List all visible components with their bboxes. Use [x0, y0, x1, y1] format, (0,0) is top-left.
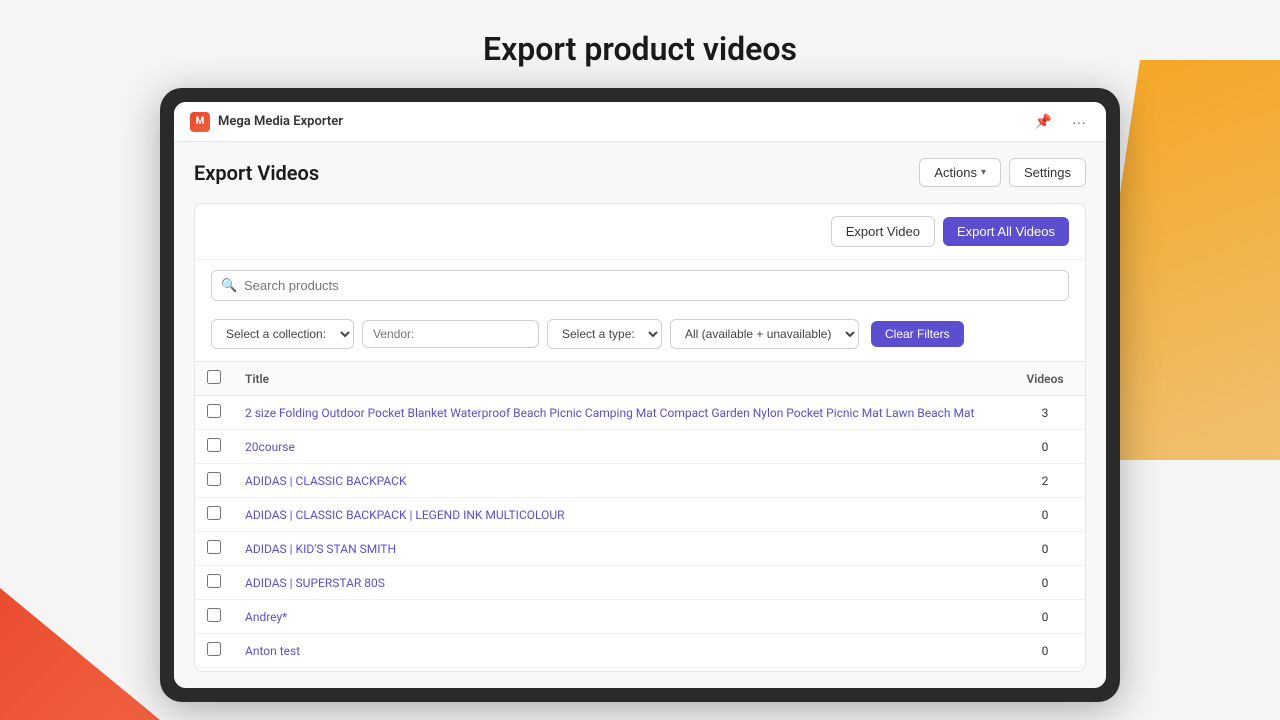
table-row: ADIDAS | CLASSIC BACKPACK | LEGEND INK M…: [195, 498, 1085, 532]
row-checkbox[interactable]: [207, 608, 221, 622]
table-row: ASICS TIGER | GEL-LYTE V '30 YEARS OF GE…: [195, 668, 1085, 672]
product-link[interactable]: ADIDAS | CLASSIC BACKPACK | LEGEND INK M…: [245, 508, 565, 522]
product-link[interactable]: 2 size Folding Outdoor Pocket Blanket Wa…: [245, 406, 974, 420]
page-header: Export Videos Actions ▾ Settings: [194, 158, 1086, 187]
row-checkbox-cell: [195, 498, 233, 532]
row-checkbox[interactable]: [207, 506, 221, 520]
product-video-count: 0: [1005, 498, 1085, 532]
header-buttons: Actions ▾ Settings: [919, 158, 1086, 187]
row-checkbox-cell: [195, 532, 233, 566]
app-topbar: M Mega Media Exporter 📌 ···: [174, 102, 1106, 142]
table-row: ADIDAS | SUPERSTAR 80S 0: [195, 566, 1085, 600]
row-checkbox[interactable]: [207, 404, 221, 418]
table-row: ADIDAS | KID'S STAN SMITH 0: [195, 532, 1085, 566]
row-checkbox-cell: [195, 600, 233, 634]
product-title-cell: ADIDAS | CLASSIC BACKPACK: [233, 464, 1005, 498]
product-title-cell: ADIDAS | KID'S STAN SMITH: [233, 532, 1005, 566]
row-checkbox-cell: [195, 430, 233, 464]
table-row: 20course 0: [195, 430, 1085, 464]
bg-decoration-red: [0, 500, 160, 720]
product-title-cell: 2 size Folding Outdoor Pocket Blanket Wa…: [233, 396, 1005, 430]
videos-column-header: Videos: [1005, 362, 1085, 396]
collection-filter[interactable]: Select a collection:: [211, 319, 354, 349]
export-video-button[interactable]: Export Video: [831, 216, 935, 247]
export-all-button[interactable]: Export All Videos: [943, 217, 1069, 246]
search-input[interactable]: [211, 270, 1069, 301]
row-checkbox-cell: [195, 668, 233, 672]
product-video-count: 0: [1005, 532, 1085, 566]
availability-filter[interactable]: All (available + unavailable): [670, 319, 859, 349]
type-filter[interactable]: Select a type:: [547, 319, 662, 349]
product-link[interactable]: ADIDAS | KID'S STAN SMITH: [245, 542, 396, 556]
table-row: 2 size Folding Outdoor Pocket Blanket Wa…: [195, 396, 1085, 430]
product-title-cell: 20course: [233, 430, 1005, 464]
clear-filters-button[interactable]: Clear Filters: [871, 321, 964, 347]
table-row: ADIDAS | CLASSIC BACKPACK 2: [195, 464, 1085, 498]
product-video-count: 0: [1005, 566, 1085, 600]
product-link[interactable]: ADIDAS | SUPERSTAR 80S: [245, 576, 385, 590]
tablet-inner: M Mega Media Exporter 📌 ··· Export Video…: [174, 102, 1106, 688]
product-title-cell: ADIDAS | SUPERSTAR 80S: [233, 566, 1005, 600]
title-column-header: Title: [233, 362, 1005, 396]
app-logo-area: M Mega Media Exporter: [190, 112, 343, 132]
select-all-checkbox[interactable]: [207, 370, 221, 384]
topbar-actions: 📌 ···: [1031, 111, 1090, 132]
product-video-count: 0: [1005, 430, 1085, 464]
actions-label: Actions: [934, 165, 977, 180]
product-video-count: 0: [1005, 600, 1085, 634]
product-link[interactable]: Anton test: [245, 644, 300, 658]
row-checkbox-cell: [195, 566, 233, 600]
row-checkbox[interactable]: [207, 642, 221, 656]
pin-button[interactable]: 📌: [1031, 111, 1056, 132]
products-table: Title Videos 2 size Folding Outdoor Pock…: [195, 361, 1085, 671]
filters-row: Select a collection: Select a type: All …: [195, 311, 1085, 361]
search-area: 🔍: [195, 260, 1085, 311]
product-title-cell: Andrey*: [233, 600, 1005, 634]
more-button[interactable]: ···: [1068, 112, 1090, 132]
table-row: Anton test 0: [195, 634, 1085, 668]
main-panel: Export Video Export All Videos 🔍 Select …: [194, 203, 1086, 672]
product-title-cell: Anton test: [233, 634, 1005, 668]
row-checkbox[interactable]: [207, 574, 221, 588]
product-link[interactable]: 20course: [245, 440, 295, 454]
row-checkbox[interactable]: [207, 472, 221, 486]
select-all-header: [195, 362, 233, 396]
product-title-cell: ADIDAS | CLASSIC BACKPACK | LEGEND INK M…: [233, 498, 1005, 532]
row-checkbox-cell: [195, 634, 233, 668]
table-row: Andrey* 0: [195, 600, 1085, 634]
export-row: Export Video Export All Videos: [195, 204, 1085, 260]
product-title-cell: ASICS TIGER | GEL-LYTE V '30 YEARS OF GE…: [233, 668, 1005, 672]
product-link[interactable]: ADIDAS | CLASSIC BACKPACK: [245, 474, 407, 488]
row-checkbox[interactable]: [207, 438, 221, 452]
content-area: Export Videos Actions ▾ Settings Export …: [174, 142, 1106, 688]
app-logo-icon: M: [190, 112, 210, 132]
page-heading: Export Videos: [194, 161, 319, 185]
settings-button[interactable]: Settings: [1009, 158, 1086, 187]
product-video-count: 3: [1005, 396, 1085, 430]
products-table-container: Title Videos 2 size Folding Outdoor Pock…: [195, 361, 1085, 671]
search-container: 🔍: [211, 270, 1069, 301]
product-video-count: 0: [1005, 634, 1085, 668]
app-name: Mega Media Exporter: [218, 114, 343, 129]
search-icon: 🔍: [221, 278, 237, 293]
chevron-down-icon: ▾: [981, 167, 986, 178]
row-checkbox-cell: [195, 464, 233, 498]
row-checkbox[interactable]: [207, 540, 221, 554]
products-table-body: 2 size Folding Outdoor Pocket Blanket Wa…: [195, 396, 1085, 672]
table-header: Title Videos: [195, 362, 1085, 396]
product-link[interactable]: Andrey*: [245, 610, 287, 624]
actions-button[interactable]: Actions ▾: [919, 158, 1001, 187]
tablet-frame: M Mega Media Exporter 📌 ··· Export Video…: [160, 88, 1120, 702]
row-checkbox-cell: [195, 396, 233, 430]
page-title: Export product videos: [0, 0, 1280, 88]
vendor-filter[interactable]: [362, 320, 539, 348]
product-video-count: 0: [1005, 668, 1085, 672]
product-video-count: 2: [1005, 464, 1085, 498]
